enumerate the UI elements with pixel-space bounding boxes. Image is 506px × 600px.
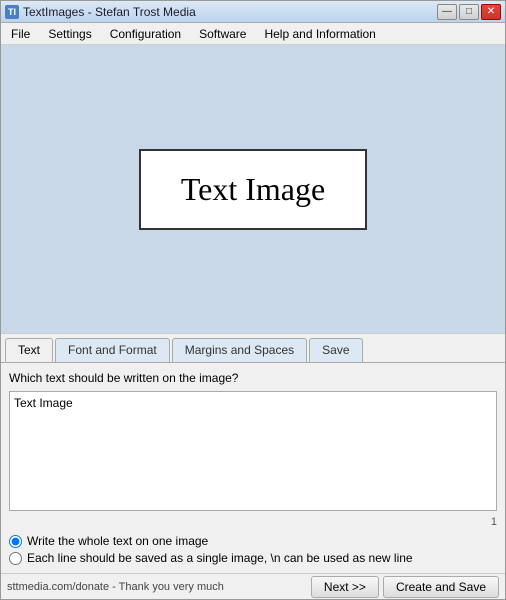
preview-area: Text Image [1,45,505,333]
menu-configuration[interactable]: Configuration [102,25,189,43]
preview-image-box: Text Image [139,149,367,230]
tab-text[interactable]: Text [5,338,53,362]
title-bar-left: TI TextImages - Stefan Trost Media [5,5,196,19]
title-controls: — □ ✕ [437,4,501,20]
donate-text: sttmedia.com/donate - Thank you very muc… [7,581,224,593]
app-icon: TI [5,5,19,19]
minimize-button[interactable]: — [437,4,457,20]
char-count: 1 [491,516,497,528]
tab-margins[interactable]: Margins and Spaces [172,338,307,362]
radio-single-lines-text: Each line should be saved as a single im… [27,551,413,565]
tab-font[interactable]: Font and Format [55,338,170,362]
radio-group: Write the whole text on one image Each l… [9,534,497,565]
menu-settings[interactable]: Settings [40,25,99,43]
radio-single-lines[interactable] [9,552,22,565]
radio-whole-text-text: Write the whole text on one image [27,534,208,548]
tab-question: Which text should be written on the imag… [9,371,497,385]
tab-content: Which text should be written on the imag… [1,362,505,573]
textarea-wrapper: Text Image [9,391,497,514]
radio-whole-text[interactable] [9,535,22,548]
status-bar: sttmedia.com/donate - Thank you very muc… [1,573,505,599]
next-button[interactable]: Next >> [311,576,379,598]
menu-help[interactable]: Help and Information [256,25,383,43]
window-title: TextImages - Stefan Trost Media [23,5,196,19]
menu-software[interactable]: Software [191,25,254,43]
menu-bar: File Settings Configuration Software Hel… [1,23,505,45]
tab-save[interactable]: Save [309,338,362,362]
radio-whole-text-label[interactable]: Write the whole text on one image [9,534,497,548]
radio-single-lines-label[interactable]: Each line should be saved as a single im… [9,551,497,565]
text-input[interactable]: Text Image [9,391,497,511]
preview-text: Text Image [181,171,325,208]
menu-file[interactable]: File [3,25,38,43]
char-count-row: 1 [9,516,497,528]
tabs-row: Text Font and Format Margins and Spaces … [1,334,505,362]
main-window: TI TextImages - Stefan Trost Media — □ ✕… [0,0,506,600]
title-bar: TI TextImages - Stefan Trost Media — □ ✕ [1,1,505,23]
create-save-button[interactable]: Create and Save [383,576,499,598]
close-button[interactable]: ✕ [481,4,501,20]
bottom-buttons: Next >> Create and Save [311,576,499,598]
tabs-section: Text Font and Format Margins and Spaces … [1,333,505,573]
maximize-button[interactable]: □ [459,4,479,20]
